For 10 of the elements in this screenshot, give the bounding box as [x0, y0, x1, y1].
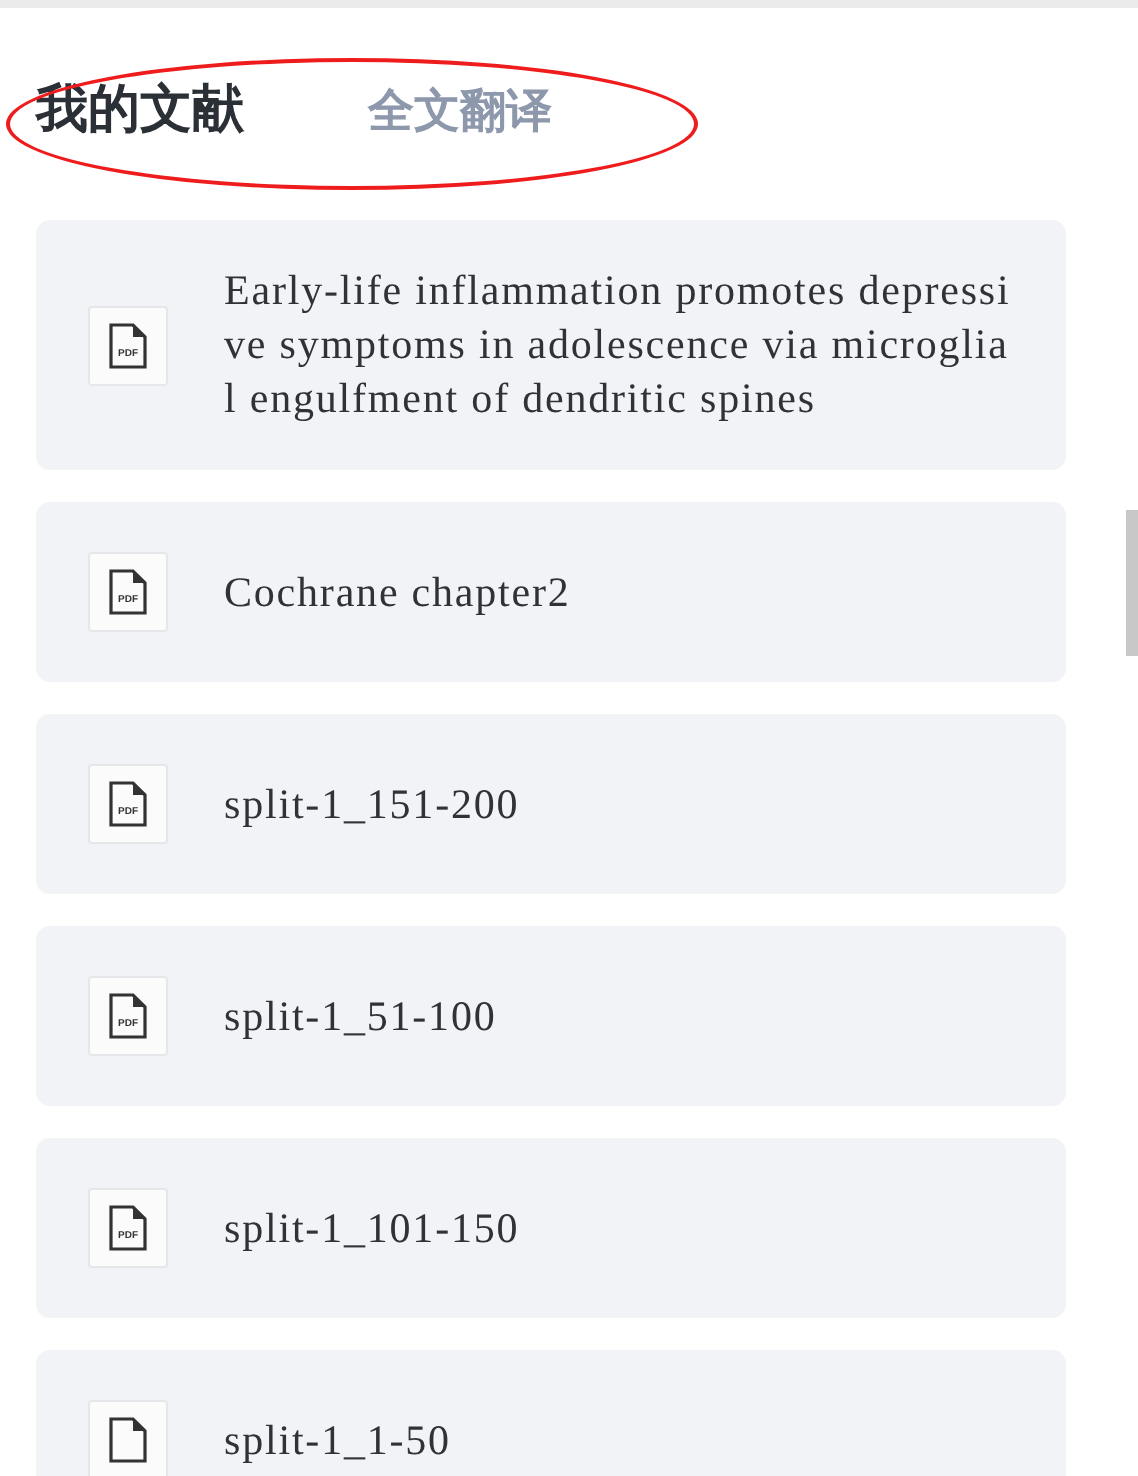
document-title: Early-life inflammation promotes depressive symptoms in adolescence via microglial engulfment of dendritic spines	[224, 264, 1013, 426]
document-title: split-1_101-150	[224, 1201, 520, 1255]
document-title: split-1_151-200	[224, 777, 520, 831]
tab[interactable]: 我的文献	[36, 80, 244, 143]
document-title: split-1_1-50	[224, 1413, 451, 1467]
scrollbar[interactable]	[1126, 510, 1138, 656]
document-title: split-1_51-100	[224, 989, 497, 1043]
document-title: Cochrane chapter2	[224, 565, 571, 619]
document-card[interactable]: split-1_1-50	[36, 1350, 1066, 1476]
pdf-file-icon	[108, 1416, 148, 1464]
